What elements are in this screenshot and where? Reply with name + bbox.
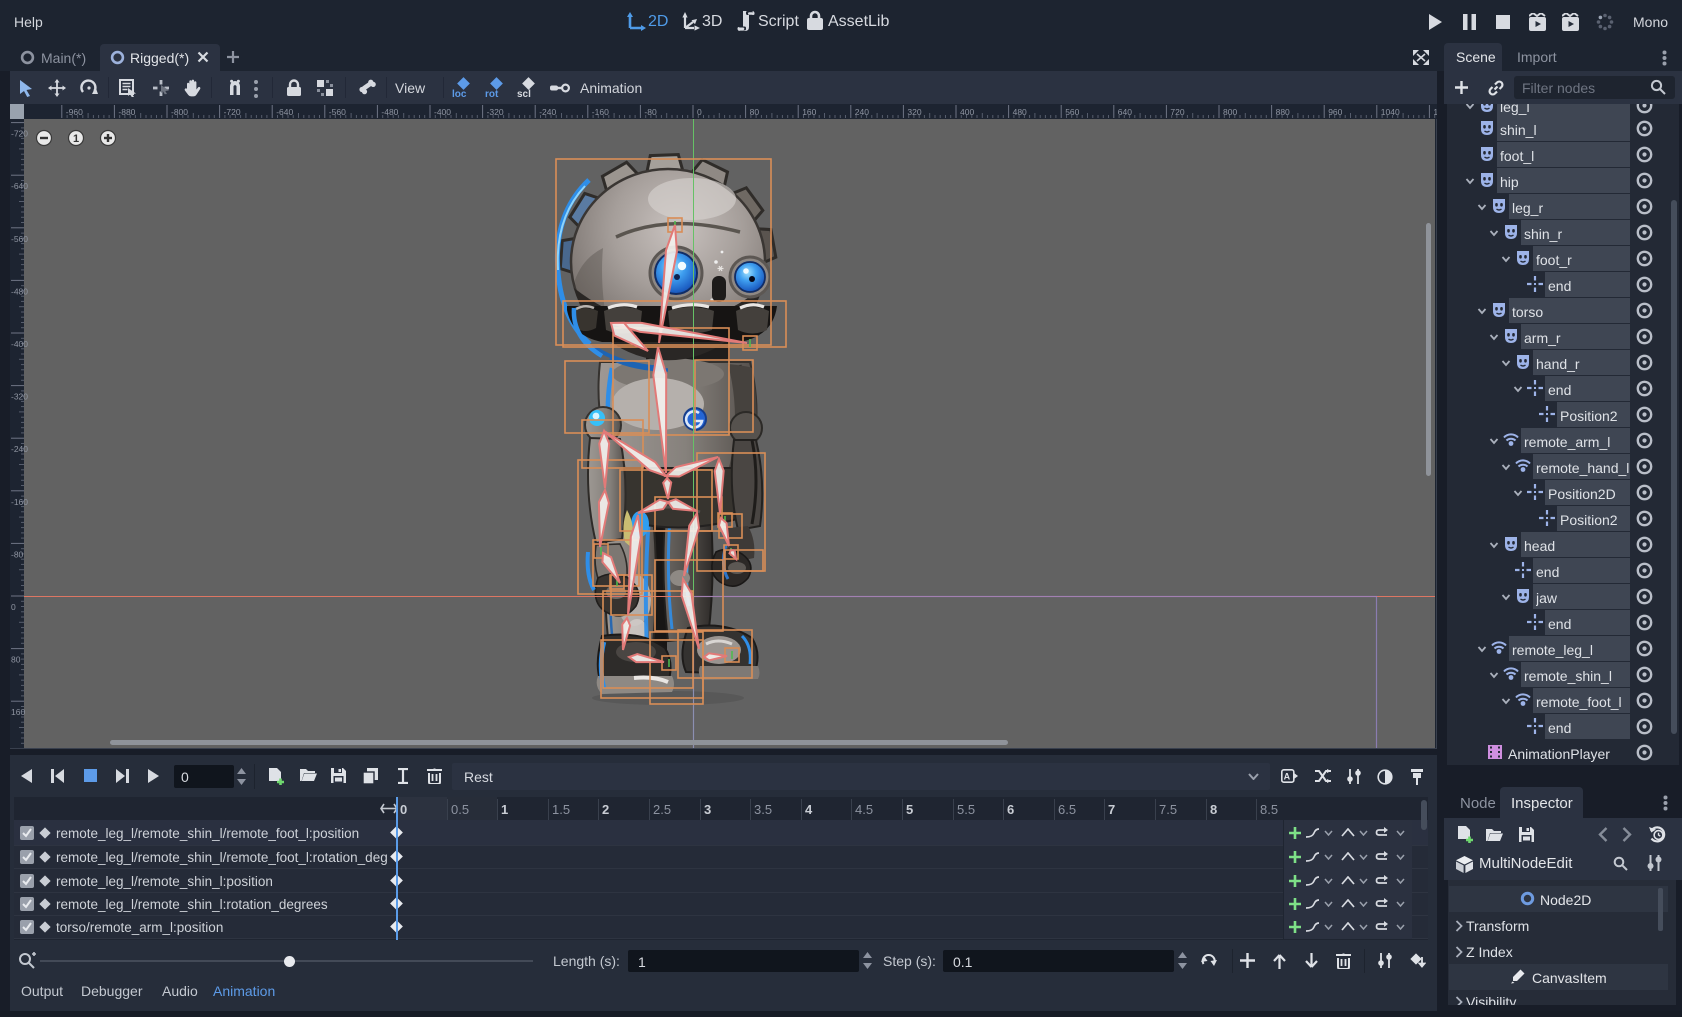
svg-text:320: 320 bbox=[907, 107, 921, 117]
svg-text:-800: -800 bbox=[171, 107, 188, 117]
svg-text:880: 880 bbox=[1276, 107, 1290, 117]
svg-text:-960: -960 bbox=[66, 107, 83, 117]
svg-text:0: 0 bbox=[11, 602, 16, 612]
svg-text:rot: rot bbox=[485, 89, 499, 99]
svg-text:720: 720 bbox=[1170, 107, 1184, 117]
svg-text:80: 80 bbox=[11, 655, 21, 665]
svg-text:A: A bbox=[1284, 772, 1291, 782]
svg-text:240: 240 bbox=[855, 107, 869, 117]
svg-text:480: 480 bbox=[1013, 107, 1027, 117]
svg-text:-400: -400 bbox=[434, 107, 451, 117]
svg-text:-80: -80 bbox=[644, 107, 657, 117]
svg-text:scl: scl bbox=[517, 89, 531, 99]
svg-text:400: 400 bbox=[960, 107, 974, 117]
svg-text:loc: loc bbox=[452, 89, 467, 99]
svg-text:-160: -160 bbox=[592, 107, 609, 117]
svg-text:960: 960 bbox=[1328, 107, 1342, 117]
svg-text:-240: -240 bbox=[539, 107, 556, 117]
svg-text:1040: 1040 bbox=[1381, 107, 1400, 117]
svg-text:1120: 1120 bbox=[1433, 107, 1437, 117]
svg-text:-640: -640 bbox=[276, 107, 293, 117]
svg-text:-560: -560 bbox=[329, 107, 346, 117]
svg-text:-320: -320 bbox=[487, 107, 504, 117]
svg-text:640: 640 bbox=[1118, 107, 1132, 117]
svg-text:560: 560 bbox=[1065, 107, 1079, 117]
svg-text:-720: -720 bbox=[224, 107, 241, 117]
svg-text:80: 80 bbox=[750, 107, 760, 117]
svg-text:800: 800 bbox=[1223, 107, 1237, 117]
svg-text:1: 1 bbox=[73, 133, 79, 145]
svg-text:160: 160 bbox=[802, 107, 816, 117]
svg-text:-480: -480 bbox=[381, 107, 398, 117]
svg-text:-80: -80 bbox=[11, 549, 24, 559]
svg-text:-880: -880 bbox=[118, 107, 135, 117]
svg-text:0: 0 bbox=[697, 107, 702, 117]
